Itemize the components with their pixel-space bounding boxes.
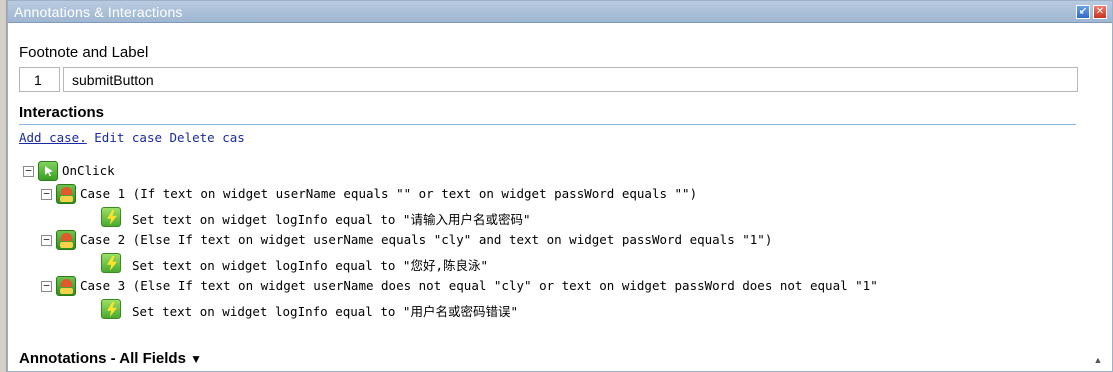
minus-box-icon[interactable]: − [23,165,34,177]
action-label: Set text on widget logInfo equal to "请输入… [132,212,531,227]
case-actions-bar: Add case. Edit case Delete cas [19,130,245,145]
minus-box-icon[interactable]: − [41,234,52,246]
dropdown-arrow-icon[interactable]: ▼ [190,352,202,366]
lightning-icon [101,299,121,319]
delete-case-link[interactable]: Delete cas [170,130,245,145]
panel-title: Annotations & Interactions [14,4,183,20]
annotations-heading[interactable]: Annotations - All Fields ▼ [19,350,202,367]
action-label: Set text on widget logInfo equal to "您好,… [132,258,488,273]
close-icon[interactable]: ✕ [1093,5,1107,19]
title-bar: Annotations & Interactions ↙ ✕ [8,1,1112,23]
lightning-icon [101,253,121,273]
action-label: Set text on widget logInfo equal to "用户名… [132,304,518,319]
case-icon [56,230,76,250]
left-border-strip [0,0,7,372]
annotations-interactions-panel: Annotations & Interactions ↙ ✕ Footnote … [7,0,1113,372]
footnote-section-label: Footnote and Label [19,44,149,61]
scroll-up-arrow-icon[interactable]: ▲ [1090,352,1106,368]
case-label: Case 3 (Else If text on widget userName … [80,278,878,293]
event-icon [38,161,58,181]
case-icon [56,276,76,296]
divider [19,124,1076,125]
minus-box-icon[interactable]: − [41,280,52,292]
widget-label-field[interactable]: submitButton [63,67,1078,92]
footnote-number-field[interactable]: 1 [19,67,60,92]
add-case-link[interactable]: Add case. [19,130,87,145]
edit-case-link[interactable]: Edit case [94,130,162,145]
event-label: OnClick [62,163,115,178]
case-label: Case 1 (If text on widget userName equal… [80,186,698,201]
annotations-heading-label: Annotations - All Fields [19,350,186,367]
restore-icon[interactable]: ↙ [1076,5,1090,19]
minus-box-icon[interactable]: − [41,188,52,200]
interactions-heading: Interactions [19,104,105,121]
case-label: Case 2 (Else If text on widget userName … [80,232,773,247]
case-icon [56,184,76,204]
lightning-icon [101,207,121,227]
